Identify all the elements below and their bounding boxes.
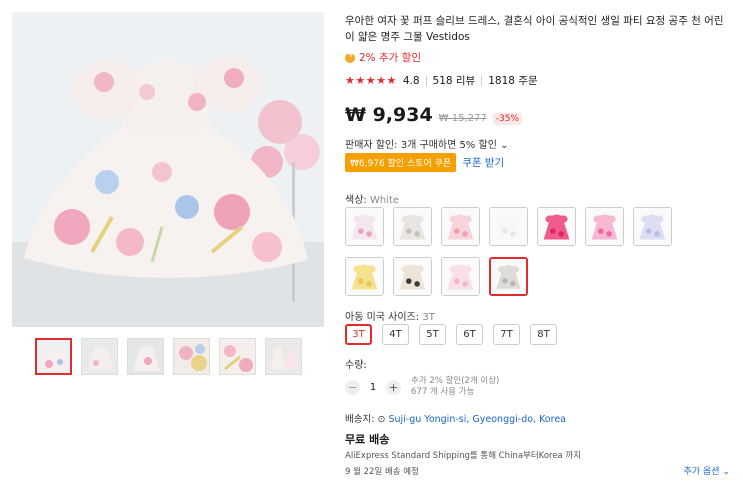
- extra-discount-promo: 2% 추가 할인: [345, 50, 421, 65]
- thumbnail-strip: [35, 338, 302, 375]
- get-coupon-link[interactable]: 쿠폰 받기: [462, 155, 504, 170]
- quantity-value[interactable]: 1: [368, 382, 378, 393]
- color-swatch-gray-sequin[interactable]: [489, 257, 528, 296]
- delivery-date: 9 월 22일 배송 예정: [345, 467, 419, 477]
- dress-thumbnail-icon: [491, 259, 526, 294]
- rating-value: 4.8: [402, 74, 420, 87]
- dress-thumbnail-icon: [586, 208, 623, 245]
- product-title: 우아한 여자 꽃 퍼프 슬리브 드레스, 결혼식 아이 공식적인 생일 파티 요…: [345, 15, 724, 43]
- ship-to-row: 배송지: ⊙ Suji-gu Yongin-si, Gyeonggi-do, K…: [345, 411, 566, 425]
- main-product-image: [12, 12, 324, 327]
- reviews-link[interactable]: 518 리뷰: [433, 73, 476, 88]
- size-label-text: 아동 미국 사이즈:: [345, 312, 420, 323]
- location-pin-icon: ⊙: [377, 414, 386, 425]
- stock-available-text: 677 개 사용 가능: [411, 387, 475, 397]
- rating-row: ★★★★★ 4.8 518 리뷰 1818 주문: [345, 73, 538, 88]
- seller-discount-dropdown[interactable]: 판매자 할인: 3개 구매하면 5% 할인 ⌄: [345, 136, 508, 151]
- color-swatch-rose-red[interactable]: [537, 207, 576, 246]
- decrease-quantity-button[interactable]: −: [345, 379, 360, 395]
- size-label: 아동 미국 사이즈: 3T: [345, 308, 435, 323]
- size-selected-value: 3T: [422, 312, 435, 323]
- price-row: ₩ 9,934 ₩ 15,277 -35%: [345, 104, 522, 126]
- dress-thumbnail-icon: [394, 258, 431, 295]
- divider: [481, 75, 483, 86]
- increase-quantity-button[interactable]: +: [386, 379, 401, 395]
- color-label-text: 색상:: [345, 195, 367, 206]
- thumbnail-4[interactable]: [173, 338, 210, 375]
- bulk-discount-text: 추가 2% 할인(2개 이상): [411, 376, 500, 386]
- dress-thumbnail-icon: [346, 208, 383, 245]
- divider: [425, 75, 427, 86]
- quantity-label: 수량:: [345, 360, 367, 371]
- thumbnail-5[interactable]: [219, 338, 256, 375]
- color-swatch-hot-pink[interactable]: [585, 207, 624, 246]
- size-options: 3T 4T 5T 6T 7T 8T: [345, 324, 557, 345]
- thumbnail-1[interactable]: [35, 338, 72, 375]
- promo-text: 2% 추가 할인: [359, 52, 421, 64]
- ship-to-location-link[interactable]: Suji-gu Yongin-si, Gyeonggi-do, Korea: [388, 414, 566, 425]
- quantity-stepper: − 1 + 추가 2% 할인(2개 이상) 677 개 사용 가능: [345, 376, 499, 398]
- quantity-info: 추가 2% 할인(2개 이상) 677 개 사용 가능: [411, 376, 499, 398]
- orders-count: 1818 주문: [488, 75, 538, 87]
- more-shipping-options-link[interactable]: 추가 옵션 ⌄: [684, 464, 730, 477]
- dress-thumbnail-icon: [634, 208, 671, 245]
- color-swatch-floral-white[interactable]: [345, 207, 384, 246]
- discount-badge: -35%: [492, 113, 522, 125]
- coupon-row: ₩6,976 할인 스토어 쿠폰 쿠폰 받기: [345, 153, 504, 172]
- color-swatch-black-beige[interactable]: [393, 257, 432, 296]
- store-coupon-badge: ₩6,976 할인 스토어 쿠폰: [345, 153, 457, 172]
- color-swatch-yellow[interactable]: [345, 257, 384, 296]
- dress-thumbnail-icon: [442, 258, 479, 295]
- color-swatch-light-pink[interactable]: [441, 257, 480, 296]
- color-swatches: [345, 207, 685, 296]
- color-swatch-gray-beige[interactable]: [393, 207, 432, 246]
- dress-thumbnail-icon: [490, 208, 527, 245]
- shipping-method: AliExpress Standard Shipping를 통해 China부터…: [345, 451, 582, 461]
- size-option-5t[interactable]: 5T: [419, 324, 446, 345]
- thumbnail-6[interactable]: [265, 338, 302, 375]
- size-option-6t[interactable]: 6T: [456, 324, 483, 345]
- star-rating-icon: ★★★★★: [345, 74, 397, 87]
- color-label: 색상: White: [345, 191, 399, 206]
- size-option-7t[interactable]: 7T: [493, 324, 520, 345]
- current-price: ₩ 9,934: [345, 104, 433, 126]
- size-option-8t[interactable]: 8T: [530, 324, 557, 345]
- thumbnail-2[interactable]: [81, 338, 118, 375]
- size-option-4t[interactable]: 4T: [382, 324, 409, 345]
- ship-to-label: 배송지:: [345, 414, 375, 425]
- original-price: ₩ 15,277: [438, 113, 487, 124]
- color-selected-value: White: [369, 195, 400, 206]
- color-swatch-white[interactable]: [489, 207, 528, 246]
- color-swatch-pink[interactable]: [441, 207, 480, 246]
- size-option-3t[interactable]: 3T: [345, 324, 372, 345]
- dress-image: [12, 12, 324, 327]
- dress-thumbnail-icon: [394, 208, 431, 245]
- dress-thumbnail-icon: [442, 208, 479, 245]
- dress-thumbnail-icon: [346, 258, 383, 295]
- coin-icon: [345, 50, 355, 63]
- free-shipping-title: 무료 배송: [345, 433, 390, 446]
- thumbnail-3[interactable]: [127, 338, 164, 375]
- color-swatch-lavender-blue[interactable]: [633, 207, 672, 246]
- dress-thumbnail-icon: [538, 208, 575, 245]
